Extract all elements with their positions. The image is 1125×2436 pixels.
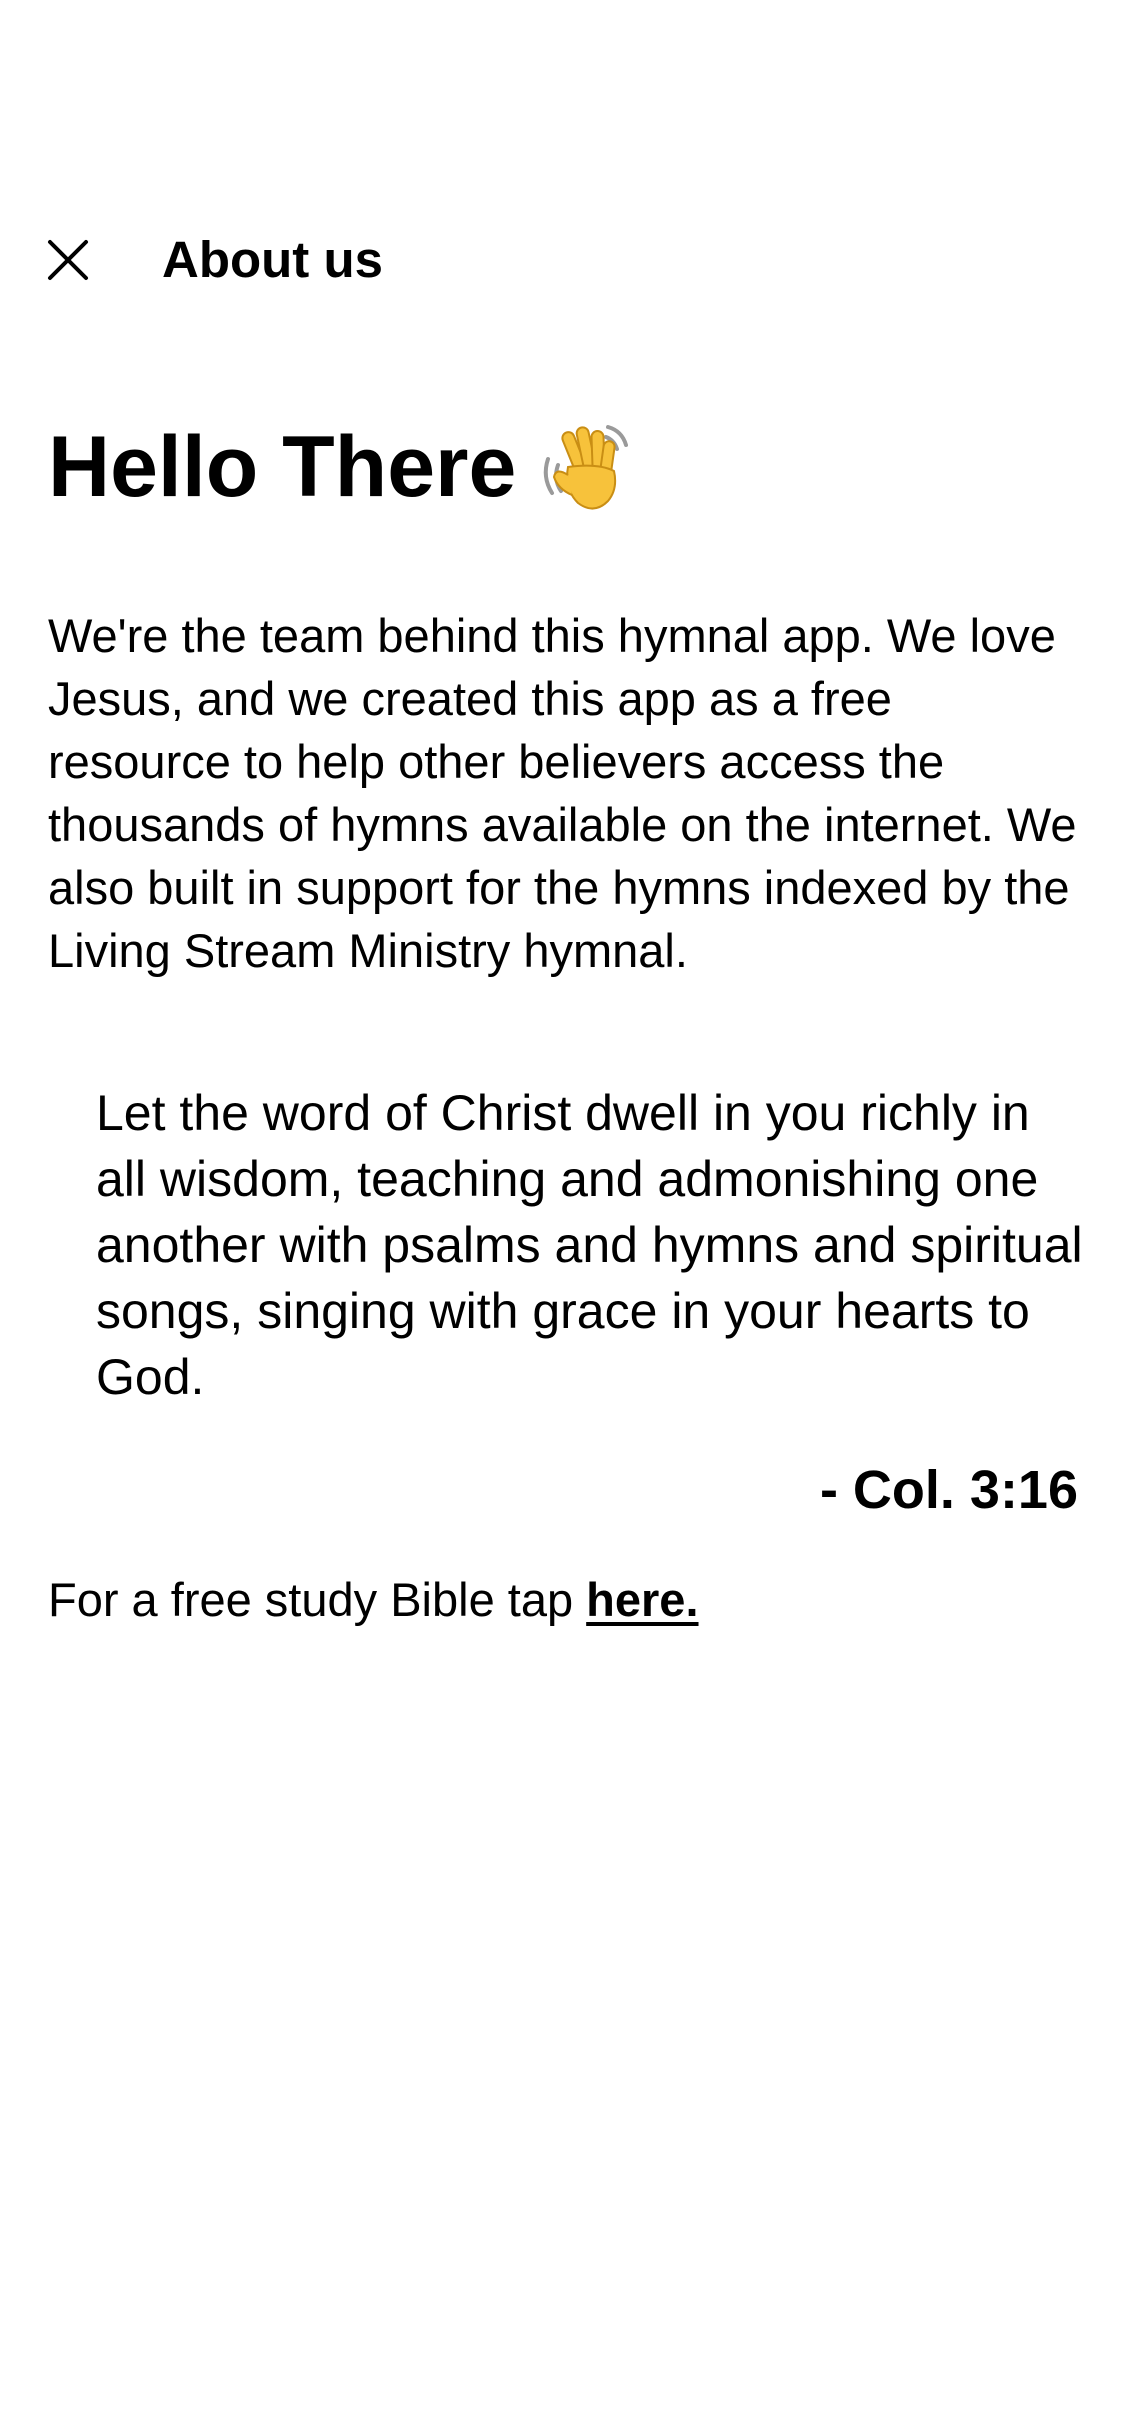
study-bible-line: For a free study Bible tap here. [48,1568,1078,1632]
page-title: About us [162,231,383,288]
greeting-text: Hello There [48,419,517,515]
study-bible-link[interactable]: here. [586,1573,698,1626]
scripture-reference: - Col. 3:16 [819,1460,1078,1520]
about-content: Hello There We're the team behind this h… [48,412,1083,1632]
scripture-quote: Let the word of Christ dwell in you rich… [96,1085,1083,1405]
study-bible-prompt: For a free study Bible tap [48,1573,574,1626]
close-icon [48,240,88,280]
waving-hand-icon [538,419,630,515]
close-button[interactable] [36,228,100,292]
greeting-heading: Hello There [48,412,1078,522]
intro-paragraph: We're the team behind this hymnal app. W… [48,609,1077,977]
top-bar: About us [0,220,1125,300]
